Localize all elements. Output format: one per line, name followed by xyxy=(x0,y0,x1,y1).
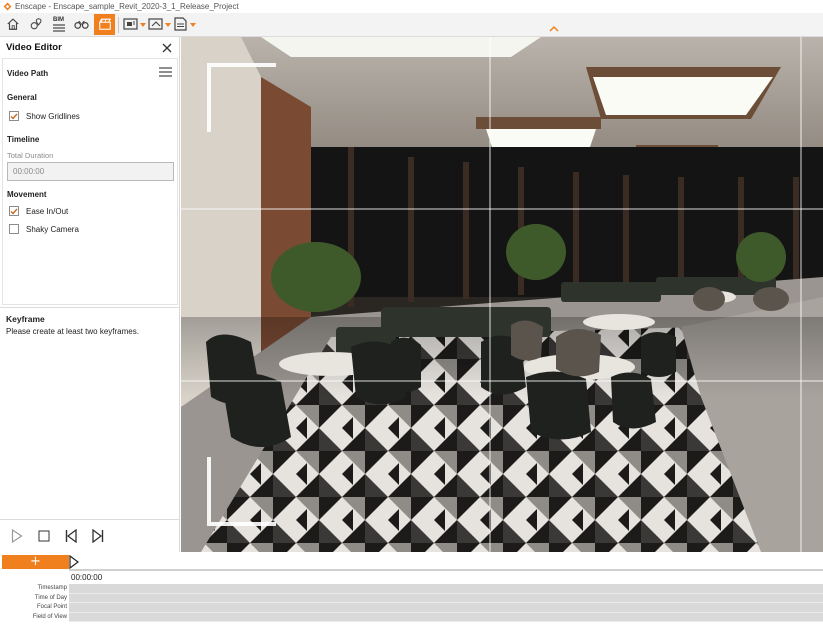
collapse-toolbar-icon[interactable] xyxy=(549,25,559,35)
video-path-header: Video Path xyxy=(3,59,177,87)
next-keyframe-button[interactable] xyxy=(87,526,109,546)
track-time-of-day: Time of Day xyxy=(0,593,823,603)
add-keyframe-button[interactable]: + xyxy=(2,555,69,569)
keyframe-title: Keyframe xyxy=(6,314,45,324)
video-editor-panel: Video Editor Video Path General Show Gri… xyxy=(0,37,180,552)
menu-icon[interactable] xyxy=(159,67,172,79)
track-focal-point: Focal Point xyxy=(0,603,823,613)
video-path-title: Video Path xyxy=(7,68,49,78)
movement-section-title: Movement xyxy=(7,190,47,199)
chevron-down-icon[interactable] xyxy=(164,22,172,27)
play-button[interactable] xyxy=(6,526,28,546)
track-timestamp: Timestamp xyxy=(0,584,823,594)
general-section-title: General xyxy=(7,93,37,102)
close-icon[interactable] xyxy=(161,42,173,54)
skip-back-icon xyxy=(65,529,77,543)
track-field-of-view: Field of View xyxy=(0,612,823,622)
timeline-tracks: Timestamp Time of Day Focal Point Field … xyxy=(0,584,823,622)
ease-in-out-row[interactable]: Ease In/Out xyxy=(3,202,177,220)
export-icon xyxy=(148,17,164,33)
stop-icon xyxy=(38,530,50,542)
export-file-icon xyxy=(173,16,189,33)
bim-button[interactable]: BIM xyxy=(48,14,69,35)
checkmark-icon xyxy=(10,208,18,215)
track-lane[interactable] xyxy=(69,593,823,603)
stop-button[interactable] xyxy=(33,526,55,546)
previous-keyframe-button[interactable] xyxy=(60,526,82,546)
show-gridlines-label: Show Gridlines xyxy=(26,111,80,121)
toolbar: BIM xyxy=(0,13,823,37)
ease-in-out-label: Ease In/Out xyxy=(26,206,69,216)
video-editor-button[interactable] xyxy=(94,14,115,35)
screenshot-icon xyxy=(123,17,139,33)
total-duration-label: Total Duration xyxy=(7,151,54,160)
track-lane[interactable] xyxy=(69,603,823,613)
total-duration-field: 00:00:00 xyxy=(7,162,174,181)
timeline-time: 00:00:00 xyxy=(71,573,103,582)
track-lane[interactable] xyxy=(69,584,823,594)
timeline: + 00:00:00 Timestamp Time of Day Focal P… xyxy=(0,552,823,624)
bim-icon: BIM xyxy=(52,17,66,32)
track-label: Timestamp xyxy=(37,585,67,591)
track-label: Focal Point xyxy=(36,604,67,610)
video-editor-icon xyxy=(98,17,112,33)
checkmark-icon xyxy=(10,113,18,120)
walk-mode-button[interactable] xyxy=(71,14,92,35)
chevron-down-icon[interactable] xyxy=(139,22,147,27)
toolbar-separator xyxy=(118,16,119,33)
timeline-ruler[interactable] xyxy=(69,569,823,571)
ease-in-out-checkbox[interactable] xyxy=(9,206,19,216)
keyframe-panel: Keyframe Please create at least two keyf… xyxy=(0,307,179,519)
map-pin-icon xyxy=(29,17,43,33)
shaky-camera-label: Shaky Camera xyxy=(26,224,79,234)
screenshot-button[interactable] xyxy=(123,17,147,33)
playhead-marker-icon[interactable] xyxy=(69,554,79,570)
shaky-camera-row[interactable]: Shaky Camera xyxy=(3,220,177,238)
panel-header: Video Editor xyxy=(0,37,179,58)
binoculars-icon xyxy=(74,18,89,32)
window-title: Enscape - Enscape_sample_Revit_2020-3_1_… xyxy=(15,2,239,11)
title-bar: Enscape - Enscape_sample_Revit_2020-3_1_… xyxy=(0,0,823,13)
show-gridlines-checkbox[interactable] xyxy=(9,111,19,121)
interior-render-image xyxy=(181,37,823,552)
show-gridlines-row[interactable]: Show Gridlines xyxy=(3,107,177,125)
panel-title: Video Editor xyxy=(6,42,62,53)
views-button[interactable] xyxy=(25,14,46,35)
track-label: Field of View xyxy=(32,613,67,620)
play-icon xyxy=(11,529,23,543)
home-button[interactable] xyxy=(2,14,23,35)
video-path-settings: Video Path General Show Gridlines Timeli… xyxy=(2,58,178,305)
skip-forward-icon xyxy=(92,529,104,543)
home-icon xyxy=(6,17,20,33)
export-button[interactable] xyxy=(148,17,172,33)
playback-controls xyxy=(0,519,179,552)
shaky-camera-checkbox[interactable] xyxy=(9,224,19,234)
timeline-section-title: Timeline xyxy=(7,135,40,144)
track-label: Time of Day xyxy=(34,594,67,601)
enscape-logo-icon xyxy=(2,2,12,12)
chevron-down-icon[interactable] xyxy=(189,22,197,27)
track-lane[interactable] xyxy=(69,612,823,622)
render-viewport[interactable] xyxy=(181,37,823,552)
keyframe-message: Please create at least two keyframes. xyxy=(6,327,139,336)
export-file-button[interactable] xyxy=(173,16,197,33)
